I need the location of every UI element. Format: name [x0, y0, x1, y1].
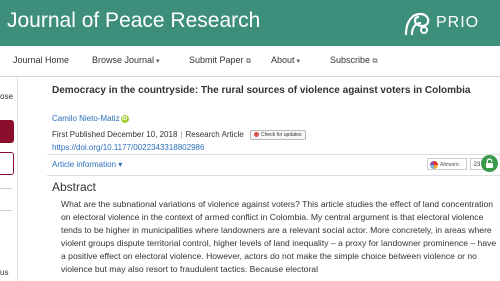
altmetric-badge[interactable]: Altmetric	[427, 158, 467, 170]
separator: |	[180, 130, 183, 140]
author-link[interactable]: Camilo Nieto-Matiz iD	[52, 114, 129, 123]
doi-link[interactable]: https://doi.org/10.1177/0022343318802986	[52, 143, 204, 152]
orcid-icon[interactable]: iD	[120, 114, 129, 123]
sidebar-close-button[interactable]: ose	[0, 92, 13, 101]
close-label: ose	[0, 92, 13, 101]
external-link-icon: ⧉	[372, 58, 378, 65]
open-access-lock-icon[interactable]	[481, 155, 498, 172]
nav-submit-paper[interactable]: Submit Paper ⧉	[189, 55, 251, 66]
article-title: Democracy in the countryside: The rural …	[52, 85, 471, 96]
nav-label: About	[271, 55, 295, 65]
altmetric-label: Altmetric	[440, 162, 460, 168]
first-published: First Published December 10, 2018	[52, 130, 178, 140]
check-for-updates-button[interactable]: Check for updates	[249, 130, 306, 140]
sidebar-secondary-button[interactable]	[0, 152, 14, 175]
logo-text: PRIO	[436, 14, 480, 31]
sidebar: ose us	[0, 77, 18, 281]
abstract-text: What are the subnational variations of v…	[61, 199, 497, 274]
nav-about[interactable]: About ▾	[271, 55, 300, 65]
info-label: Article information	[52, 160, 117, 169]
journal-title[interactable]: Journal of Peace Research	[7, 8, 260, 34]
nav-subscribe[interactable]: Subscribe ⧉	[330, 55, 378, 66]
altmetric-icon	[430, 161, 438, 169]
crossmark-icon	[253, 132, 259, 138]
chevron-down-icon: ▾	[156, 58, 160, 65]
nav-label: Browse Journal	[92, 55, 155, 65]
article-information-toggle[interactable]: Article information ▾	[52, 160, 122, 169]
divider	[0, 188, 12, 189]
article-meta: First Published December 10, 2018 | Resear…	[52, 130, 306, 140]
author-name: Camilo Nieto-Matiz	[52, 114, 120, 123]
nav-browse-journal[interactable]: Browse Journal ▾	[92, 55, 160, 65]
nav-label: Submit Paper	[189, 55, 244, 65]
nav-label: Journal Home	[13, 55, 70, 65]
article-type: Research Article	[185, 130, 244, 140]
sidebar-primary-button[interactable]	[0, 120, 14, 143]
journal-nav: Journal Home Browse Journal ▾ Submit Pape…	[0, 46, 500, 77]
chevron-down-icon: ▾	[296, 58, 301, 65]
nav-journal-home[interactable]: Journal Home	[13, 55, 69, 65]
abstract-heading: Abstract	[52, 180, 97, 194]
lock-icon	[486, 158, 493, 168]
prio-logo[interactable]: PRIO	[402, 6, 496, 40]
prio-logo-icon	[404, 12, 430, 36]
article-info-bar: Article information ▾ Altmetric 23	[47, 154, 500, 176]
nav-label: Subscribe	[330, 55, 371, 65]
divider	[0, 210, 12, 211]
external-link-icon: ⧉	[246, 58, 252, 65]
journal-header: Journal of Peace Research PRIO	[0, 0, 500, 46]
sidebar-text: us	[0, 268, 9, 277]
updates-label: Check for updates	[260, 132, 302, 138]
chevron-down-icon: ▾	[118, 160, 123, 169]
